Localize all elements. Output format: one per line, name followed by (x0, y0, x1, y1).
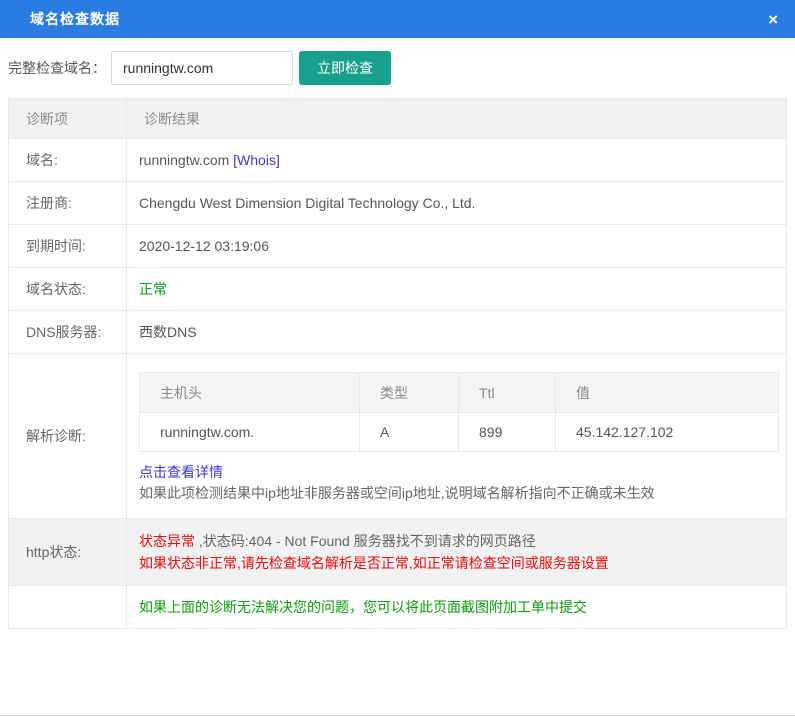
view-details-link[interactable]: 点击查看详情 (139, 464, 223, 480)
close-icon[interactable]: × (768, 11, 778, 28)
expiry-label: 到期时间: (8, 224, 127, 268)
diagnostic-table: 诊断项 诊断结果 域名: runningtw.com [Whois] 注册商: … (8, 98, 787, 629)
domain-status-badge: 正常 (139, 281, 167, 297)
resolution-note: 如果此项检测结果中ip地址非服务器或空间ip地址,说明域名解析指向不正确或未生效 (139, 485, 655, 501)
dns-col-header-type: 类型 (359, 372, 459, 413)
table-row-http-status: http状态: 状态异常 ,状态码:404 - Not Found 服务器找不到… (8, 518, 787, 586)
http-status-warning: 如果状态非正常,请先检查域名解析是否正常,如正常请检查空间或服务器设置 (139, 555, 609, 571)
table-row-expiry: 到期时间: 2020-12-12 03:19:06 (8, 224, 787, 268)
dns-record-row: runningtw.com. A 899 45.142.127.102 (139, 412, 779, 452)
domain-input-label: 完整检查域名： (8, 60, 106, 76)
dns-server-label: DNS服务器: (8, 310, 127, 354)
dns-record-type: A (359, 412, 459, 452)
table-row-domain-status: 域名状态: 正常 (8, 267, 787, 311)
domain-check-modal: 域名检查数据 × 完整检查域名： 立即检查 诊断项 诊断结果 域名: runni… (0, 0, 795, 716)
dns-col-header-value: 值 (555, 372, 779, 413)
table-row-dns-server: DNS服务器: 西数DNS (8, 310, 787, 354)
table-row-footer-note: 如果上面的诊断无法解决您的问题，您可以将此页面截图附加工单中提交 (8, 585, 787, 629)
domain-status-label: 域名状态: (8, 267, 127, 311)
resolution-label: 解析诊断: (8, 353, 127, 519)
col-header-diagnostic-result: 诊断结果 (126, 98, 787, 139)
http-status-badge: 状态异常 (139, 533, 195, 549)
domain-label: 域名: (8, 138, 127, 182)
dns-records-table: 主机头 类型 Ttl 值 runningtw.com. A 899 45.142… (139, 372, 779, 452)
http-status-label: http状态: (8, 518, 127, 586)
col-header-diagnostic-item: 诊断项 (8, 98, 127, 139)
dns-col-header-ttl: Ttl (458, 372, 556, 413)
http-status-detail: ,状态码:404 - Not Found 服务器找不到请求的网页路径 (195, 533, 536, 549)
registrar-label: 注册商: (8, 181, 127, 225)
table-row-registrar: 注册商: Chengdu West Dimension Digital Tech… (8, 181, 787, 225)
domain-input[interactable] (111, 51, 293, 85)
dns-table-header-row: 主机头 类型 Ttl 值 (139, 372, 779, 413)
table-row-domain: 域名: runningtw.com [Whois] (8, 138, 787, 182)
modal-header: 域名检查数据 × (0, 0, 795, 38)
domain-value: runningtw.com (139, 152, 230, 168)
diagnostic-table-header-row: 诊断项 诊断结果 (8, 98, 787, 139)
search-bar: 完整检查域名： 立即检查 (0, 38, 795, 98)
registrar-value: Chengdu West Dimension Digital Technolog… (126, 181, 787, 225)
check-now-button[interactable]: 立即检查 (299, 51, 391, 85)
footer-note-text: 如果上面的诊断无法解决您的问题，您可以将此页面截图附加工单中提交 (139, 599, 587, 615)
dns-record-host: runningtw.com. (139, 412, 360, 452)
modal-title: 域名检查数据 (30, 11, 120, 27)
expiry-value: 2020-12-12 03:19:06 (126, 224, 787, 268)
dns-record-ttl: 899 (458, 412, 556, 452)
table-row-resolution: 解析诊断: 主机头 类型 Ttl 值 runningtw.com. A 899 … (8, 353, 787, 519)
dns-server-value: 西数DNS (126, 310, 787, 354)
footer-note-empty-cell (8, 585, 127, 629)
dns-record-value: 45.142.127.102 (555, 412, 779, 452)
whois-link[interactable]: [Whois] (233, 152, 280, 168)
dns-col-header-host: 主机头 (139, 372, 360, 413)
